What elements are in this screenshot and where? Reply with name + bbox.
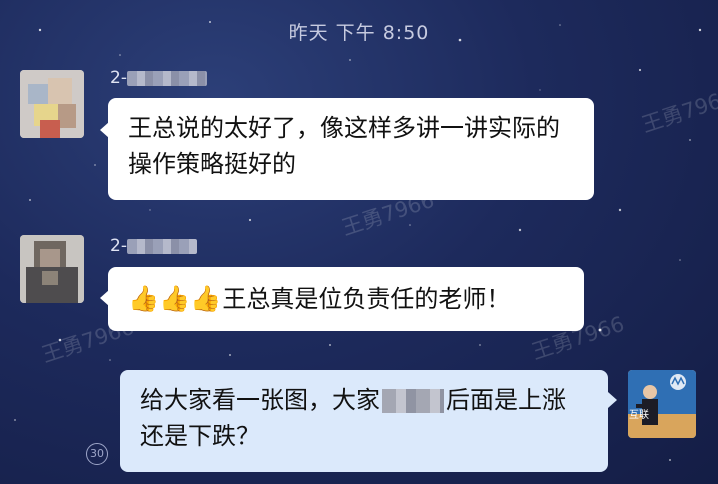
message-text: 给大家看一张图，大家 <box>140 386 380 414</box>
my-avatar[interactable]: 互联 <box>628 370 696 438</box>
redacted-name <box>126 238 197 254</box>
sender-nickname: 2- <box>110 236 197 256</box>
message-timestamp: 昨天 下午 8:50 <box>288 22 430 44</box>
avatar-caption: 互联 <box>629 410 649 421</box>
message-text: 王总说的太好了，像这样多讲一讲实际的操作策略挺好的 <box>128 114 560 178</box>
sender-avatar[interactable] <box>20 70 84 138</box>
thumbs-up-emoji: 👍👍👍 <box>128 284 222 313</box>
message-text: 王总真是位负责任的老师！ <box>222 285 511 313</box>
redacted-name <box>126 70 207 86</box>
my-message-bubble[interactable]: 给大家看一张图，大家 后面是上涨还是下跌？ <box>120 370 608 472</box>
sender-avatar[interactable] <box>20 235 84 303</box>
bubble-tail <box>608 392 617 408</box>
unread-counter-badge: 30 <box>86 443 108 465</box>
sender-nickname: 2- <box>110 68 207 88</box>
message-bubble[interactable]: 👍👍👍王总真是位负责任的老师！ <box>108 267 584 331</box>
message-bubble[interactable]: 王总说的太好了，像这样多讲一讲实际的操作策略挺好的 <box>108 98 594 200</box>
redacted-text <box>382 389 444 413</box>
